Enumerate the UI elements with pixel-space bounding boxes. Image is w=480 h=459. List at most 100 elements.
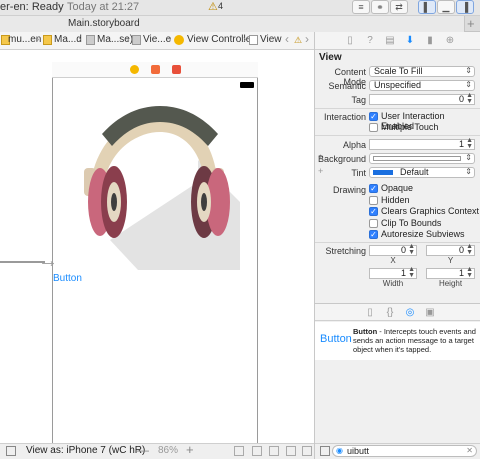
breadcrumb-view[interactable]: View: [260, 34, 282, 45]
divider: [315, 242, 480, 243]
forward-icon[interactable]: ›: [305, 32, 309, 46]
status-time: Today at 21:27: [67, 1, 140, 13]
jump-bar: mu...en › Ma...d › Ma...se) › Vie...e › …: [0, 32, 314, 50]
code-snippet-library-icon[interactable]: {}: [385, 307, 395, 318]
new-tab-button[interactable]: +: [467, 16, 475, 31]
alpha-field[interactable]: 1 ▲ ▼: [369, 137, 475, 150]
navigator-toggle-button[interactable]: ▌: [418, 0, 436, 14]
status-state: Ready: [31, 1, 64, 13]
stretch-height-field[interactable]: 1 ▲ ▼: [426, 266, 475, 279]
color-swatch-default-tint: [373, 170, 393, 175]
library-item-preview[interactable]: Button: [320, 333, 352, 345]
popup-arrows-icon: ⇕: [465, 80, 472, 89]
hidden-checkbox[interactable]: [369, 196, 378, 205]
chevron-right-icon: ›: [78, 34, 82, 45]
folder-icon: [43, 35, 52, 45]
tab-main-storyboard[interactable]: Main.storyboard: [0, 16, 465, 32]
warning-count[interactable]: 4: [218, 1, 223, 11]
stretch-x-field[interactable]: 0 ▲ ▼: [369, 243, 417, 256]
stretch-width-field[interactable]: 1 ▲ ▼: [369, 266, 417, 279]
resizing-behavior-icon[interactable]: [302, 446, 312, 456]
stretching-label: Stretching: [325, 246, 366, 256]
stepper-icon[interactable]: ▲ ▼: [408, 243, 415, 256]
alpha-value: 1: [458, 139, 464, 149]
version-editor-button[interactable]: ⇄: [390, 0, 408, 14]
opaque-checkbox[interactable]: ✓: [369, 184, 378, 193]
drawing-label: Drawing: [332, 185, 366, 195]
clip-bounds-label: Clip To Bounds: [381, 218, 442, 228]
file-template-library-icon[interactable]: ▯: [365, 307, 375, 318]
status-prefix: er-en:: [0, 1, 29, 13]
autoresize-label: Autoresize Subviews: [381, 229, 465, 239]
stepper-icon[interactable]: ▲ ▼: [466, 266, 473, 279]
battery-icon: [240, 82, 254, 88]
warning-icon[interactable]: ⚠: [294, 35, 302, 46]
zoom-out-button[interactable]: —: [137, 443, 149, 457]
align-icon[interactable]: [252, 446, 262, 456]
canvas-button[interactable]: Button: [53, 273, 82, 284]
tab-bar: Main.storyboard +: [0, 16, 480, 32]
semantic-popup[interactable]: Unspecified ⇕: [369, 80, 475, 91]
grid-view-icon[interactable]: [320, 446, 330, 456]
clip-bounds-checkbox[interactable]: [369, 219, 378, 228]
stepper-icon[interactable]: ▲ ▼: [466, 137, 473, 150]
document-outline-toggle-icon[interactable]: [6, 446, 16, 456]
clear-icon[interactable]: ✕: [466, 446, 473, 456]
standard-editor-button[interactable]: ≡: [352, 0, 370, 14]
width-label: Width: [382, 279, 404, 288]
size-inspector-icon[interactable]: ▮: [425, 35, 435, 46]
clears-context-checkbox[interactable]: ✓: [369, 207, 378, 216]
multiple-touch-label: Multiple Touch: [381, 122, 439, 132]
tag-label: Tag: [351, 95, 366, 105]
x-label: X: [390, 256, 396, 265]
assistant-editor-button[interactable]: ⚭: [371, 0, 389, 14]
scene-dock: [52, 62, 258, 78]
debug-area-toggle-button[interactable]: ▁: [437, 0, 455, 14]
identity-inspector-icon[interactable]: ▤: [385, 35, 395, 46]
attributes-inspector-icon[interactable]: ⬇: [405, 35, 415, 46]
tag-value: 0: [458, 94, 464, 104]
headphones-image[interactable]: [80, 102, 240, 274]
connections-inspector-icon[interactable]: ⊕: [445, 35, 455, 46]
library-filter-input[interactable]: ◉ uibutt ✕: [332, 445, 477, 457]
utilities-toggle-button[interactable]: ▐: [456, 0, 474, 14]
view-controller-icon[interactable]: [130, 65, 139, 74]
autoresize-checkbox[interactable]: ✓: [369, 230, 378, 239]
filter-value: uibutt: [347, 446, 370, 456]
pin-icon[interactable]: [269, 446, 279, 456]
library-item-title: Button: [353, 327, 378, 336]
tint-color-popup[interactable]: Default ⇕: [369, 167, 475, 178]
left-speaker: [111, 193, 117, 211]
stretch-y-value: 0: [458, 245, 464, 255]
library-item-description: Button - Intercepts touch events and sen…: [353, 327, 477, 354]
user-interaction-checkbox[interactable]: ✓: [369, 112, 378, 121]
section-title-view: View: [319, 52, 342, 63]
embed-in-stack-icon[interactable]: [234, 446, 244, 456]
view-as-device[interactable]: View as: iPhone 7 (wC hR): [26, 445, 145, 456]
content-mode-popup[interactable]: Scale To Fill ⇕: [369, 66, 475, 77]
zoom-in-button[interactable]: +: [186, 442, 194, 457]
stretch-x-value: 0: [400, 245, 406, 255]
warning-icon[interactable]: ⚠: [208, 0, 218, 13]
tab-label: Main.storyboard: [68, 18, 140, 29]
object-library-icon[interactable]: ◎: [405, 307, 415, 318]
library-tabs: ▯ {} ◎ ▣: [315, 303, 480, 321]
breadcrumb-scene[interactable]: Vie...e: [143, 34, 171, 45]
popup-arrows-icon: ⇕: [465, 153, 472, 162]
stepper-icon[interactable]: ▲ ▼: [466, 92, 473, 105]
background-color-popup[interactable]: ⇕: [369, 153, 475, 164]
stepper-icon[interactable]: ▲ ▼: [466, 243, 473, 256]
stretch-y-field[interactable]: 0 ▲ ▼: [426, 243, 475, 256]
media-library-icon[interactable]: ▣: [425, 307, 435, 318]
back-icon[interactable]: ‹: [285, 32, 289, 46]
scene-icon: [132, 35, 141, 45]
multiple-touch-checkbox[interactable]: [369, 123, 378, 132]
file-inspector-icon[interactable]: ▯: [345, 35, 355, 46]
stepper-icon[interactable]: ▲ ▼: [408, 266, 415, 279]
quick-help-icon[interactable]: ?: [365, 35, 375, 46]
first-responder-icon[interactable]: [151, 65, 160, 74]
exit-icon[interactable]: [172, 65, 181, 74]
resolve-auto-layout-icon[interactable]: [286, 446, 296, 456]
height-label: Height: [438, 279, 463, 288]
tag-field[interactable]: 0 ▲ ▼: [369, 92, 475, 105]
